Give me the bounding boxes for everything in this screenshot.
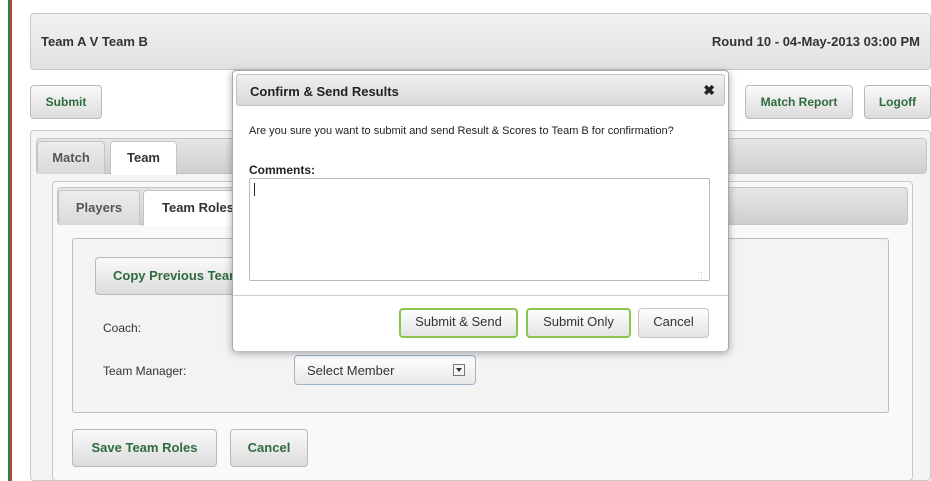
round-info: Round 10 - 04-May-2013 03:00 PM <box>711 34 920 49</box>
logoff-button[interactable]: Logoff <box>864 85 931 119</box>
save-team-roles-button[interactable]: Save Team Roles <box>72 429 217 467</box>
tab-players[interactable]: Players <box>58 190 140 225</box>
submit-button[interactable]: Submit <box>30 85 102 119</box>
dialog-title: Confirm & Send Results <box>250 84 399 99</box>
resize-grip-icon[interactable]: ...: <box>698 267 702 281</box>
confirm-send-results-dialog: Confirm & Send Results ✖ Are you sure yo… <box>232 70 729 351</box>
team-manager-select-value: Select Member <box>307 363 395 378</box>
match-header: Team A V Team B Round 10 - 04-May-2013 0… <box>30 13 931 70</box>
submit-and-send-button[interactable]: Submit & Send <box>399 308 518 338</box>
team-manager-select[interactable]: Select Member <box>294 355 476 385</box>
dropdown-arrow-icon[interactable] <box>453 364 465 376</box>
coach-label: Coach: <box>103 321 142 335</box>
dialog-message: Are you sure you want to submit and send… <box>249 125 674 137</box>
text-caret <box>254 183 255 196</box>
left-accent-bar <box>8 0 12 481</box>
match-title: Team A V Team B <box>41 34 148 49</box>
comments-label: Comments: <box>249 163 316 177</box>
cancel-team-roles-button[interactable]: Cancel <box>230 429 308 467</box>
dialog-cancel-button[interactable]: Cancel <box>638 308 709 338</box>
tab-match[interactable]: Match <box>37 141 105 174</box>
dialog-titlebar: Confirm & Send Results ✖ <box>236 74 725 106</box>
submit-only-button[interactable]: Submit Only <box>526 308 631 338</box>
close-icon[interactable]: ✖ <box>703 82 715 99</box>
match-report-button[interactable]: Match Report <box>745 85 853 119</box>
tab-team[interactable]: Team <box>110 141 177 175</box>
dialog-footer: Submit & Send Submit Only Cancel <box>233 295 728 351</box>
comments-textarea[interactable] <box>249 178 710 281</box>
team-manager-label: Team Manager: <box>103 364 187 378</box>
